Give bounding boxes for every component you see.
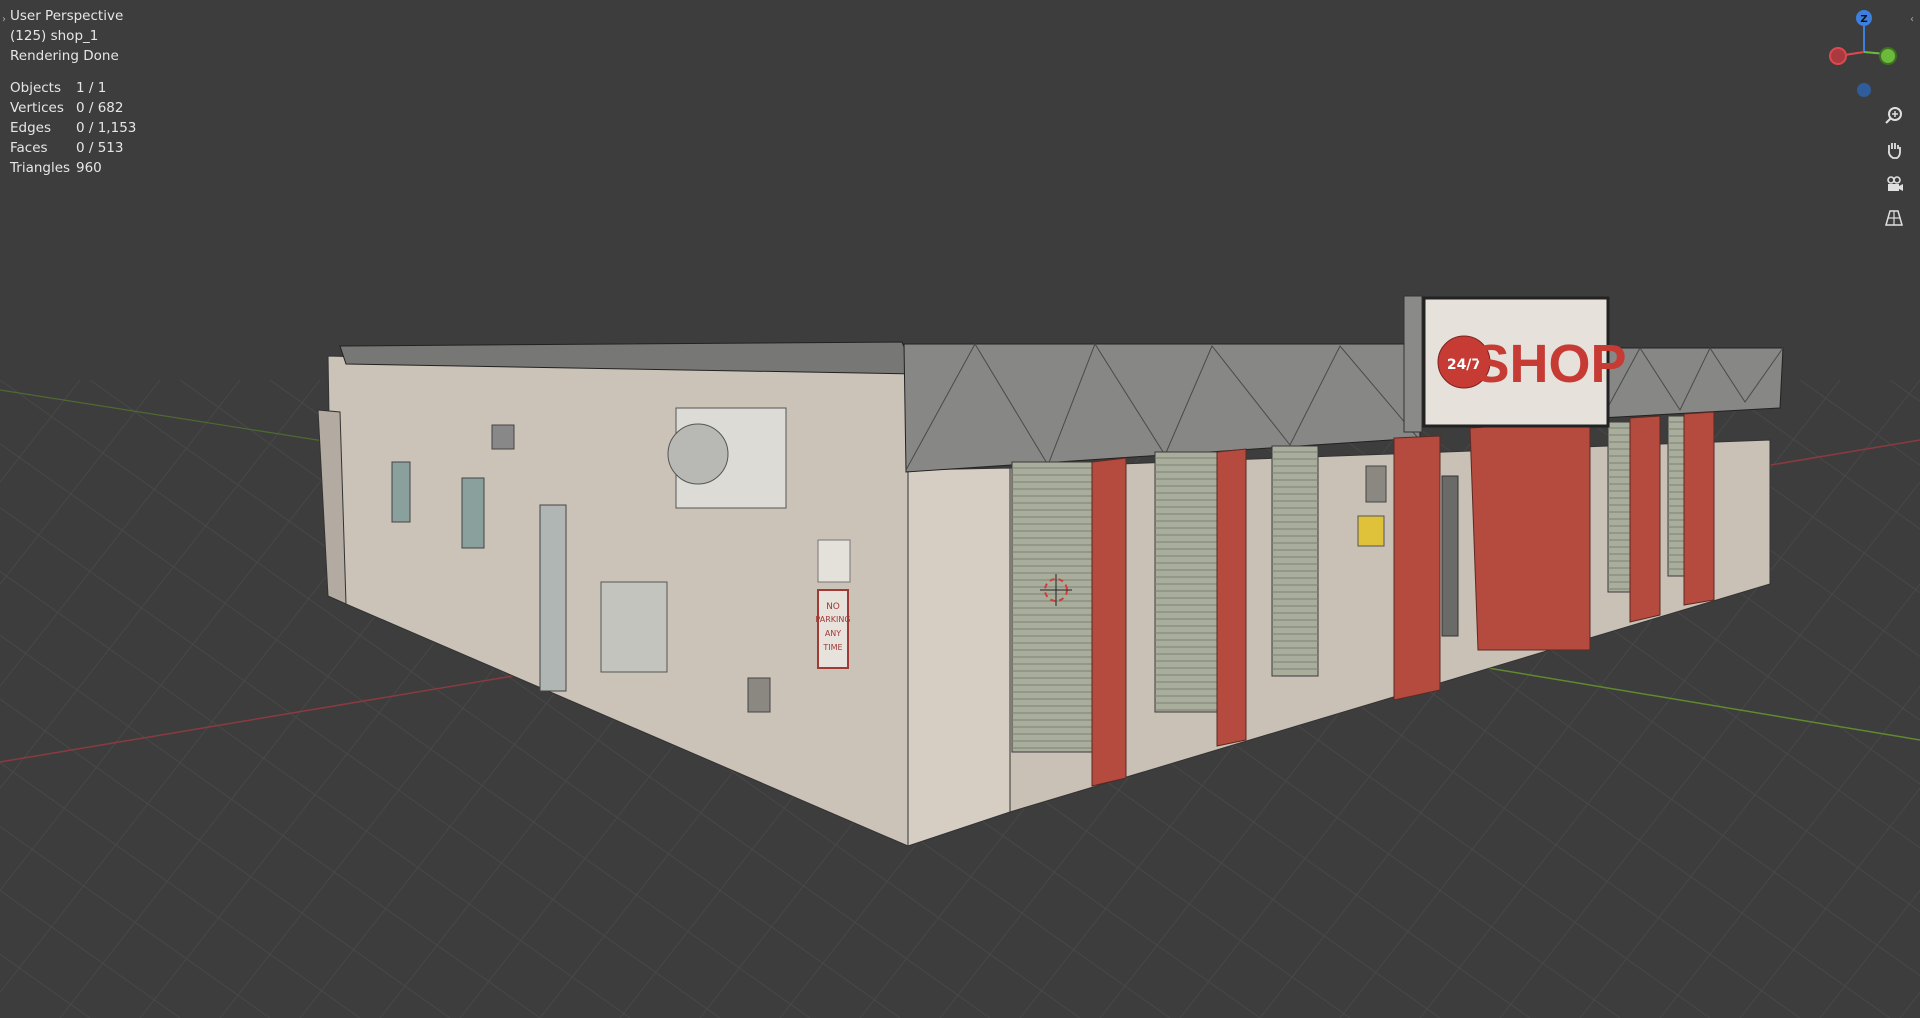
grid-line xyxy=(1799,379,1920,466)
ac-fan-icon xyxy=(667,423,729,485)
navigation-gizmo[interactable]: Z xyxy=(1820,6,1910,106)
sign-text: SHOP xyxy=(1473,334,1626,394)
grid-line xyxy=(0,379,81,483)
scene-statistics: Objects 1 / 1 Vertices 0 / 682 Edges 0 / 1,… xyxy=(10,78,136,178)
side-door xyxy=(539,504,567,692)
render-status: Rendering Done xyxy=(10,48,119,64)
y-axis-line xyxy=(1439,659,1920,741)
stat-faces: Faces 0 / 513 xyxy=(10,140,124,156)
red-sign-plate xyxy=(817,539,851,583)
x-axis-handle xyxy=(1829,47,1847,65)
grid-line xyxy=(0,379,241,688)
y-axis-handle xyxy=(1879,47,1897,65)
scene-render[interactable]: NO PARKING ANY TIME 24/7 SHOP xyxy=(0,0,1920,1018)
view-name: User Perspective xyxy=(10,8,124,24)
camera-view-icon[interactable] xyxy=(1880,170,1908,198)
side-window xyxy=(391,461,411,523)
no-parking-line: TIME xyxy=(822,643,842,652)
zoom-icon[interactable] xyxy=(1880,102,1908,130)
active-object-label: (125) shop_1 xyxy=(10,28,99,44)
stat-vertices: Vertices 0 / 682 xyxy=(10,100,124,116)
front-corner-wall xyxy=(907,467,1011,847)
toolbar-expand-icon[interactable]: › xyxy=(2,14,6,25)
grid-line xyxy=(1819,889,1920,1018)
front-door xyxy=(1441,475,1459,637)
sidebar-expand-icon[interactable]: ‹ xyxy=(1910,14,1914,25)
electric-box xyxy=(600,581,668,673)
sign-back xyxy=(1403,295,1423,433)
roof-fascia-right xyxy=(1599,347,1784,419)
warning-sign xyxy=(1357,515,1385,547)
y-axis-line-back xyxy=(0,389,331,443)
front-vent xyxy=(1365,465,1387,503)
stat-objects: Objects 1 / 1 xyxy=(10,80,107,96)
grid-line xyxy=(0,379,321,790)
side-window xyxy=(461,477,485,549)
stat-triangles: Triangles 960 xyxy=(10,160,102,176)
pan-hand-icon[interactable] xyxy=(1880,136,1908,164)
perspective-grid-icon[interactable] xyxy=(1880,204,1908,232)
grid-line xyxy=(0,379,161,585)
3d-viewport[interactable]: NO PARKING ANY TIME 24/7 SHOP User Persp… xyxy=(0,0,1920,1018)
z-axis-label: Z xyxy=(1860,14,1867,25)
basement-vent xyxy=(747,677,771,713)
no-parking-line: PARKING xyxy=(815,615,850,624)
no-parking-line: ANY xyxy=(825,629,841,638)
neg-z-axis-handle xyxy=(1857,83,1871,97)
viewport-info-overlay: User Perspective (125) shop_1 Rendering … xyxy=(10,6,136,178)
side-vent xyxy=(491,424,515,450)
shop-building: NO PARKING ANY TIME 24/7 SHOP xyxy=(317,295,1784,847)
stat-edges: Edges 0 / 1,153 xyxy=(10,120,137,136)
no-parking-line: NO xyxy=(826,602,840,612)
